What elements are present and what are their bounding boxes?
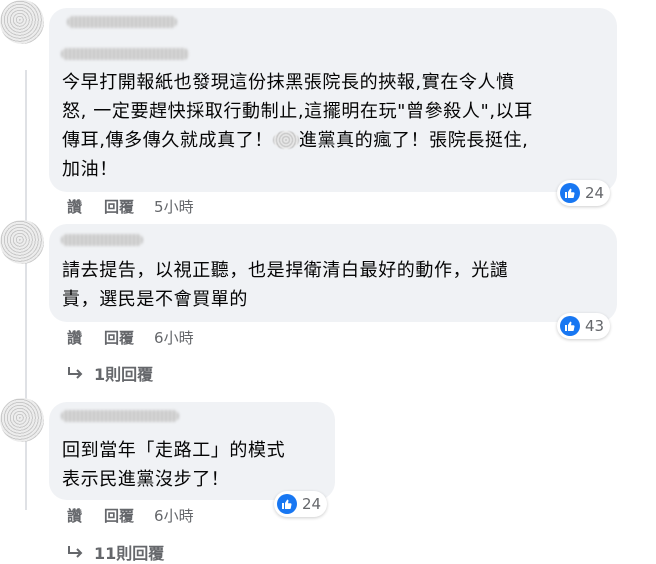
like-reaction-badge[interactable]: 43 bbox=[557, 313, 611, 339]
view-replies-link[interactable]: 1則回覆 bbox=[66, 361, 153, 385]
reply-button[interactable]: 回覆 bbox=[104, 327, 134, 348]
like-button[interactable]: 讚 bbox=[67, 505, 82, 526]
like-button[interactable]: 讚 bbox=[67, 327, 82, 348]
avatar[interactable] bbox=[0, 398, 44, 442]
author-name-redacted[interactable] bbox=[61, 48, 189, 60]
comment-bubble: 回到當年「走路工」的模式 表示民進黨沒步了！ bbox=[49, 402, 335, 500]
comment-text: 回到當年「走路工」的模式 表示民進黨沒步了！ bbox=[62, 440, 286, 490]
comment-text: 今早打開報紙也發現這份抹黑張院長的挾報,實在令人憤 怒, 一定要趕快採取行動制止… bbox=[62, 68, 602, 184]
timestamp[interactable]: 5小時 bbox=[154, 196, 194, 217]
thread-line bbox=[25, 70, 27, 510]
thumbs-up-icon bbox=[277, 494, 297, 514]
view-replies-label: 11則回覆 bbox=[94, 544, 165, 563]
comment-actions: 讚 回覆 5小時 bbox=[67, 196, 194, 217]
reply-button[interactable]: 回覆 bbox=[104, 505, 134, 526]
like-count: 43 bbox=[585, 317, 605, 335]
view-replies-link[interactable]: 11則回覆 bbox=[66, 540, 164, 564]
like-button[interactable]: 讚 bbox=[67, 196, 82, 217]
comment-bubble: 今早打開報紙也發現這份抹黑張院長的挾報,實在令人憤 怒, 一定要趕快採取行動制止… bbox=[49, 8, 617, 192]
thumbs-up-icon bbox=[560, 183, 580, 203]
author-name-redacted[interactable] bbox=[61, 234, 143, 246]
author-name-redacted[interactable] bbox=[67, 16, 177, 28]
like-reaction-badge[interactable]: 24 bbox=[274, 491, 328, 517]
avatar[interactable] bbox=[0, 220, 44, 264]
reply-arrow-icon bbox=[68, 546, 83, 558]
comment-text: 請去提告，以視正聽，也是捍衛清白最好的動作，光譴 責，選民是不會買單的 bbox=[62, 260, 509, 310]
view-replies-label: 1則回覆 bbox=[94, 365, 154, 384]
avatar[interactable] bbox=[0, 0, 44, 44]
like-reaction-badge[interactable]: 24 bbox=[557, 180, 611, 206]
reply-arrow-icon bbox=[68, 367, 83, 379]
comment-bubble: 請去提告，以視正聽，也是捍衛清白最好的動作，光譴 責，選民是不會買單的 bbox=[49, 224, 617, 322]
timestamp[interactable]: 6小時 bbox=[154, 327, 194, 348]
like-count: 24 bbox=[302, 495, 322, 513]
like-count: 24 bbox=[585, 184, 605, 202]
comment-actions: 讚 回覆 6小時 bbox=[67, 327, 194, 348]
reply-button[interactable]: 回覆 bbox=[104, 196, 134, 217]
thumbs-up-icon bbox=[560, 316, 580, 336]
author-name-redacted[interactable] bbox=[61, 410, 179, 422]
redacted-smear bbox=[272, 131, 299, 149]
timestamp[interactable]: 6小時 bbox=[154, 505, 194, 526]
comment-actions: 讚 回覆 6小時 bbox=[67, 505, 194, 526]
